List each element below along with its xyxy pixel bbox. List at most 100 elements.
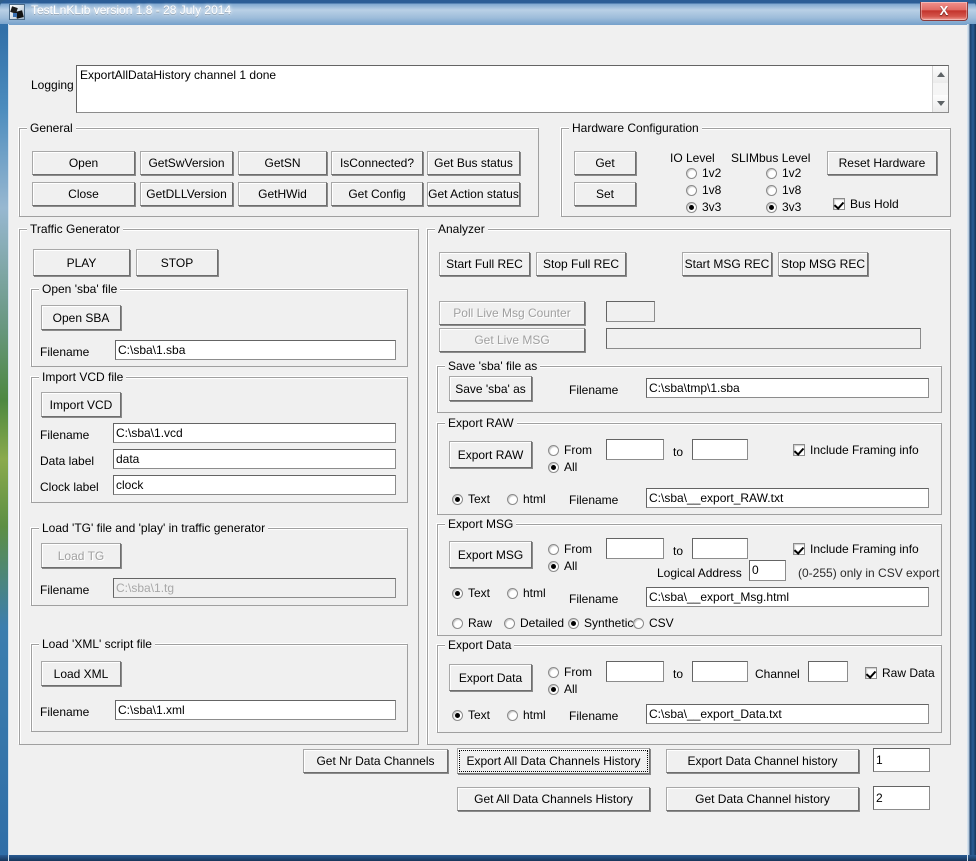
export-msg-html-radio[interactable]: html xyxy=(507,587,546,600)
load-tg-filename-label: Filename xyxy=(40,583,90,597)
start-full-rec-button[interactable]: Start Full REC xyxy=(439,252,530,276)
close-app-button[interactable]: Close xyxy=(32,182,135,206)
open-button[interactable]: Open xyxy=(32,151,135,175)
save-sba-as-button[interactable]: Save 'sba' as xyxy=(449,376,532,401)
start-msg-rec-button[interactable]: Start MSG REC xyxy=(682,252,772,276)
logging-label: Logging xyxy=(31,78,74,92)
get-data-channel-history-button[interactable]: Get Data Channel history xyxy=(666,787,859,811)
load-xml-filename-input[interactable]: C:\sba\1.xml xyxy=(115,700,396,720)
export-data-raw-data-checkbox[interactable]: Raw Data xyxy=(865,667,935,680)
export-data-channel-input[interactable] xyxy=(808,661,848,682)
stop-msg-rec-button[interactable]: Stop MSG REC xyxy=(778,252,868,276)
scroll-up-icon[interactable] xyxy=(933,66,948,83)
getswversion-button[interactable]: GetSwVersion xyxy=(140,151,233,175)
get-live-msg-button[interactable]: Get Live MSG xyxy=(439,328,585,352)
export-data-channel-history-button[interactable]: Export Data Channel history xyxy=(666,749,859,773)
export-raw-to-label: to xyxy=(673,445,684,459)
export-raw-all-radio[interactable]: All xyxy=(548,461,577,474)
hw-set-button[interactable]: Set xyxy=(574,182,636,206)
export-raw-from-radio[interactable]: From xyxy=(548,444,592,457)
export-msg-filename-input[interactable]: C:\sba\__export_Msg.html xyxy=(646,587,929,607)
export-data-all-radio[interactable]: All xyxy=(548,683,577,696)
import-vcd-filename-input[interactable]: C:\sba\1.vcd xyxy=(113,423,396,443)
logging-text: ExportAllDataHistory channel 1 done xyxy=(80,68,277,82)
export-data-legend: Export Data xyxy=(445,639,515,652)
get-live-msg-input[interactable] xyxy=(606,328,921,349)
import-vcd-button[interactable]: Import VCD xyxy=(41,392,121,417)
import-vcd-data-label-input[interactable]: data xyxy=(113,449,396,469)
export-data-to-input[interactable] xyxy=(692,661,748,682)
io-level-3v3-radio[interactable]: 3v3 xyxy=(686,201,721,214)
export-data-from-radio[interactable]: From xyxy=(548,666,592,679)
export-msg-button[interactable]: Export MSG xyxy=(449,541,532,568)
get-config-button[interactable]: Get Config xyxy=(331,182,423,206)
export-msg-detailed-radio[interactable]: Detailed xyxy=(504,617,564,630)
export-data-text-radio[interactable]: Text xyxy=(452,709,490,722)
open-sba-filename-label: Filename xyxy=(40,345,90,359)
export-raw-text-radio[interactable]: Text xyxy=(452,493,490,506)
logging-scrollbar[interactable] xyxy=(932,66,948,112)
play-button[interactable]: PLAY xyxy=(33,249,130,276)
get-channel-number-input[interactable]: 2 xyxy=(873,786,930,810)
logging-textarea[interactable]: ExportAllDataHistory channel 1 done xyxy=(76,65,949,113)
load-xml-legend: Load 'XML' script file xyxy=(39,638,155,651)
stop-full-rec-button[interactable]: Stop Full REC xyxy=(536,252,626,276)
export-data-filename-input[interactable]: C:\sba\__export_Data.txt xyxy=(646,704,929,724)
io-level-1v8-radio[interactable]: 1v8 xyxy=(686,184,721,197)
export-msg-to-input[interactable] xyxy=(692,538,748,559)
export-raw-html-radio[interactable]: html xyxy=(507,493,546,506)
export-data-from-input[interactable] xyxy=(606,661,664,682)
logical-address-input[interactable]: 0 xyxy=(749,560,786,581)
export-raw-include-framing-checkbox[interactable]: Include Framing info xyxy=(793,444,919,457)
stop-button[interactable]: STOP xyxy=(136,249,218,276)
export-msg-from-input[interactable] xyxy=(606,538,664,559)
hw-get-button[interactable]: Get xyxy=(574,151,636,175)
export-data-html-radio[interactable]: html xyxy=(507,709,546,722)
export-raw-to-input[interactable] xyxy=(692,439,748,460)
getdllversion-button[interactable]: GetDLLVersion xyxy=(140,182,233,206)
poll-live-msg-counter-input[interactable] xyxy=(606,301,655,322)
io-level-1v2-radio[interactable]: 1v2 xyxy=(686,167,721,180)
export-msg-include-framing-checkbox[interactable]: Include Framing info xyxy=(793,543,919,556)
export-msg-legend: Export MSG xyxy=(445,518,517,531)
export-data-button[interactable]: Export Data xyxy=(449,664,532,691)
get-nr-data-channels-button[interactable]: Get Nr Data Channels xyxy=(303,749,448,773)
export-msg-text-radio[interactable]: Text xyxy=(452,587,490,600)
open-sba-legend: Open 'sba' file xyxy=(39,283,121,296)
export-msg-raw-radio[interactable]: Raw xyxy=(452,617,492,630)
get-bus-status-button[interactable]: Get Bus status xyxy=(427,151,520,175)
export-channel-number-input[interactable]: 1 xyxy=(873,748,930,772)
export-msg-synthetic-radio[interactable]: Synthetic xyxy=(568,617,633,630)
export-raw-from-input[interactable] xyxy=(606,439,664,460)
open-sba-button[interactable]: Open SBA xyxy=(41,305,121,330)
save-sba-filename-label: Filename xyxy=(569,383,619,397)
export-msg-csv-radio[interactable]: CSV xyxy=(633,617,674,630)
export-msg-all-radio[interactable]: All xyxy=(548,560,577,573)
load-tg-filename-input[interactable]: C:\sba\1.tg xyxy=(113,578,396,598)
gethwid-button[interactable]: GetHWid xyxy=(238,182,327,206)
import-vcd-filename-label: Filename xyxy=(40,428,90,442)
app-icon xyxy=(9,4,25,20)
export-raw-button[interactable]: Export RAW xyxy=(449,441,532,468)
export-raw-filename-input[interactable]: C:\sba\__export_RAW.txt xyxy=(646,488,929,508)
reset-hardware-button[interactable]: Reset Hardware xyxy=(827,151,937,175)
scroll-down-icon[interactable] xyxy=(933,95,948,112)
export-all-data-channels-history-button[interactable]: Export All Data Channels History xyxy=(457,748,650,774)
bus-hold-checkbox[interactable]: Bus Hold xyxy=(833,198,899,211)
get-action-status-button[interactable]: Get Action status xyxy=(427,182,520,206)
slimbus-level-1v8-radio[interactable]: 1v8 xyxy=(766,184,801,197)
getsn-button[interactable]: GetSN xyxy=(238,151,327,175)
load-tg-button[interactable]: Load TG xyxy=(41,543,121,568)
isconnected-button[interactable]: IsConnected? xyxy=(331,151,423,175)
close-button[interactable]: X xyxy=(920,2,968,21)
load-xml-button[interactable]: Load XML xyxy=(41,661,121,686)
export-msg-from-radio[interactable]: From xyxy=(548,543,592,556)
import-vcd-clock-label-input[interactable]: clock xyxy=(113,475,396,495)
open-sba-filename-input[interactable]: C:\sba\1.sba xyxy=(115,340,396,360)
application-window: TestLnKLib version 1.8 - 28 July 2014 X … xyxy=(0,0,976,861)
poll-live-msg-counter-button[interactable]: Poll Live Msg Counter xyxy=(439,301,585,325)
save-sba-filename-input[interactable]: C:\sba\tmp\1.sba xyxy=(646,378,929,398)
get-all-data-channels-history-button[interactable]: Get All Data Channels History xyxy=(457,787,650,811)
slimbus-level-3v3-radio[interactable]: 3v3 xyxy=(766,201,801,214)
slimbus-level-1v2-radio[interactable]: 1v2 xyxy=(766,167,801,180)
